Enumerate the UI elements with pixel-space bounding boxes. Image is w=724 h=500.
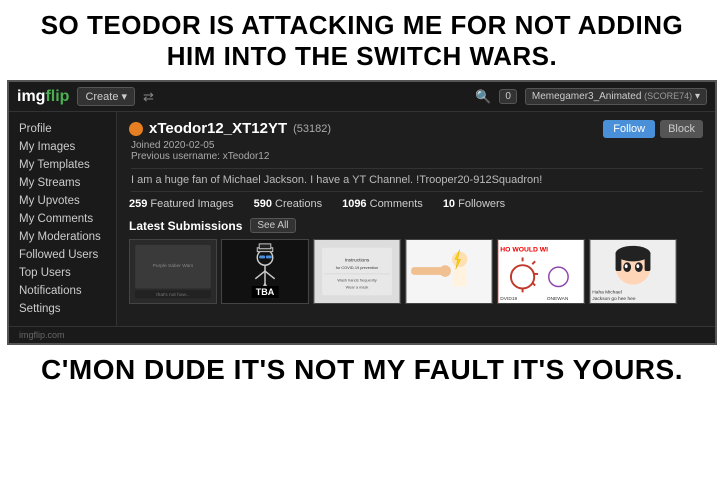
svg-text:Purple Saber Wars: Purple Saber Wars	[153, 264, 194, 270]
navbar-username[interactable]: Memegamer3_Animated (SCORE74) ▾	[525, 88, 707, 105]
create-label: Create	[85, 91, 118, 103]
svg-text:that's not how...: that's not how...	[156, 293, 189, 299]
user-avatar-icon	[129, 122, 143, 136]
profile-username[interactable]: xTeodor12_XT12YT	[149, 120, 287, 137]
notif-badge[interactable]: 0	[499, 89, 517, 104]
search-icon[interactable]: 🔍	[475, 89, 491, 105]
screenshot-area: imgflip Create ▾ ⇄ 🔍 0 Memegamer3_Animat…	[7, 80, 717, 345]
profile-score: (53182)	[293, 123, 331, 135]
sidebar-item-my-upvotes[interactable]: My Upvotes	[9, 192, 116, 210]
profile-joined: Joined 2020-02-05	[131, 140, 331, 151]
profile-prev-username: Previous username: xTeodor12	[131, 151, 331, 162]
svg-text:Instructions: Instructions	[345, 258, 370, 264]
thumbnail-4[interactable]	[405, 239, 493, 304]
sidebar-item-my-streams[interactable]: My Streams	[9, 174, 116, 192]
chevron-down-icon: ▾	[121, 90, 127, 103]
navbar-username-score: (SCORE74)	[644, 91, 692, 101]
profile-area: xTeodor12_XT12YT (53182) Joined 2020-02-…	[117, 112, 715, 326]
tba-label: TBA	[252, 286, 279, 298]
follow-button[interactable]: Follow	[603, 120, 655, 138]
profile-bio: I am a huge fan of Michael Jackson. I ha…	[131, 168, 703, 192]
sidebar-item-my-images[interactable]: My Images	[9, 138, 116, 156]
svg-text:DVID19: DVID19	[500, 296, 517, 302]
sidebar-item-top-users[interactable]: Top Users	[9, 264, 116, 282]
imgflip-logo: imgflip	[17, 88, 69, 106]
profile-info-left: xTeodor12_XT12YT (53182) Joined 2020-02-…	[129, 120, 331, 162]
svg-text:for COVID-19 prevention: for COVID-19 prevention	[336, 265, 378, 270]
sidebar-item-followed-users[interactable]: Followed Users	[9, 246, 116, 264]
meme-top-text: SO TEODOR IS ATTACKING ME FOR NOT ADDING…	[0, 0, 724, 80]
block-button[interactable]: Block	[660, 120, 703, 138]
create-button[interactable]: Create ▾	[77, 87, 135, 106]
latest-submissions-heading: Latest Submissions See All	[129, 218, 703, 233]
thumbnail-3[interactable]: Instructions for COVID-19 prevention Was…	[313, 239, 401, 304]
shuffle-icon[interactable]: ⇄	[143, 89, 154, 105]
navbar: imgflip Create ▾ ⇄ 🔍 0 Memegamer3_Animat…	[9, 82, 715, 112]
thumbnail-6[interactable]: Haha Michael Jackson go hee hee	[589, 239, 677, 304]
main-content: Profile My Images My Templates My Stream…	[9, 112, 715, 326]
sidebar-item-notifications[interactable]: Notifications	[9, 282, 116, 300]
thumbnail-1[interactable]: Purple Saber Wars that's not how...	[129, 239, 217, 304]
profile-buttons: Follow Block	[603, 120, 703, 138]
chevron-down-icon: ▾	[695, 91, 700, 102]
footer-text: imgflip.com	[19, 330, 65, 340]
stat-followers: 10 Followers	[443, 198, 505, 210]
stats-row: 259 Featured Images 590 Creations 1096 C…	[129, 198, 703, 210]
profile-name-row: xTeodor12_XT12YT (53182)	[129, 120, 331, 137]
thumbnail-5[interactable]: HO WOULD WI DVID19 ONEWAN	[497, 239, 585, 304]
sidebar-item-my-comments[interactable]: My Comments	[9, 210, 116, 228]
sidebar-item-settings[interactable]: Settings	[9, 300, 116, 318]
meme-container: SO TEODOR IS ATTACKING ME FOR NOT ADDING…	[0, 0, 724, 500]
screenshot-footer: imgflip.com	[9, 326, 715, 343]
svg-text:ONEWAN: ONEWAN	[547, 296, 569, 302]
navbar-right: 🔍 0 Memegamer3_Animated (SCORE74) ▾	[475, 88, 707, 105]
meme-bottom-text: C'MON DUDE IT'S NOT MY FAULT IT'S YOURS.	[0, 345, 724, 397]
sidebar-item-my-templates[interactable]: My Templates	[9, 156, 116, 174]
svg-text:Jackson go hee hee: Jackson go hee hee	[592, 296, 636, 302]
stat-featured-images: 259 Featured Images	[129, 198, 234, 210]
profile-header: xTeodor12_XT12YT (53182) Joined 2020-02-…	[129, 120, 703, 162]
thumbnails-row: Purple Saber Wars that's not how...	[129, 239, 703, 304]
sidebar-item-my-moderations[interactable]: My Moderations	[9, 228, 116, 246]
see-all-button[interactable]: See All	[250, 218, 295, 233]
sidebar-item-profile[interactable]: Profile	[9, 120, 116, 138]
svg-text:Haha Michael: Haha Michael	[592, 290, 622, 296]
svg-text:Wear a mask: Wear a mask	[346, 285, 369, 290]
sidebar: Profile My Images My Templates My Stream…	[9, 112, 117, 326]
stat-creations: 590 Creations	[254, 198, 323, 210]
stat-comments: 1096 Comments	[342, 198, 423, 210]
svg-text:HO WOULD WI: HO WOULD WI	[500, 247, 548, 254]
thumbnail-2[interactable]: TBA	[221, 239, 309, 304]
svg-text:Wash hands frequently: Wash hands frequently	[337, 278, 376, 283]
